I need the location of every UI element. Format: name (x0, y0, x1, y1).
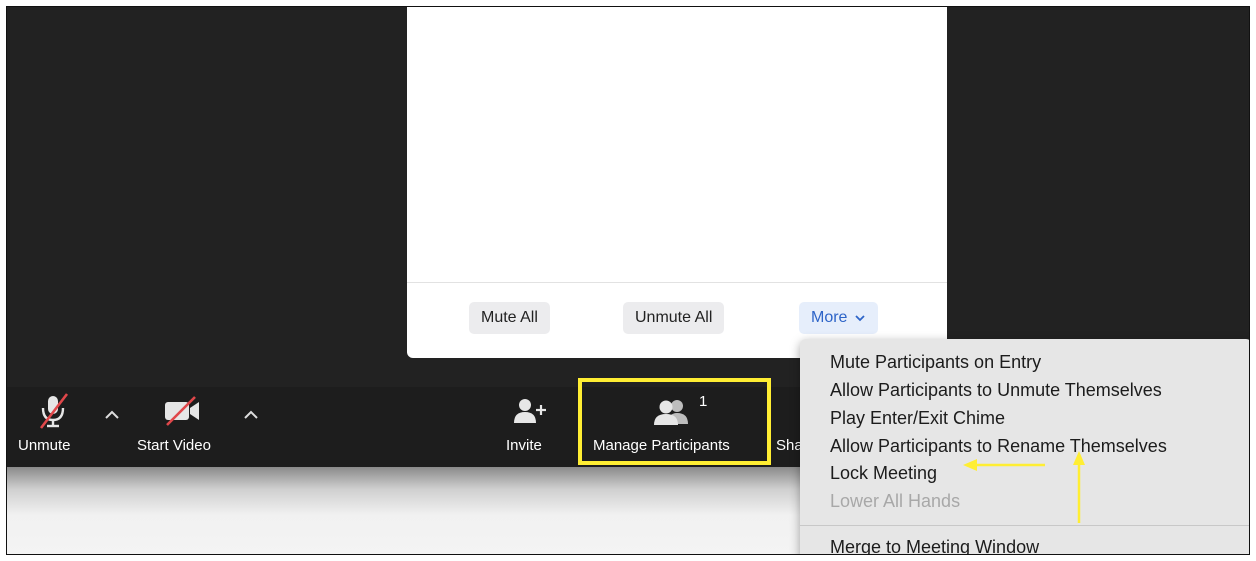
participants-panel: Mute All Unmute All More (407, 7, 947, 358)
audio-options-caret-icon[interactable] (104, 409, 120, 421)
annotation-arrow-up (1073, 451, 1085, 523)
start-video-button[interactable] (163, 395, 203, 432)
menu-item-enter-exit-chime[interactable]: Play Enter/Exit Chime (830, 405, 1005, 431)
invite-button[interactable] (512, 397, 548, 432)
invite-label: Invite (506, 437, 542, 454)
video-camera-muted-icon (165, 396, 199, 426)
more-button[interactable]: More (799, 302, 878, 334)
unmute-button[interactable] (37, 392, 71, 435)
video-options-caret-icon[interactable] (243, 409, 259, 421)
more-label: More (811, 309, 848, 326)
unmute-all-button[interactable]: Unmute All (623, 302, 725, 334)
annotation-arrows (963, 459, 1045, 471)
menu-item-allow-unmute[interactable]: Allow Participants to Unmute Themselves (830, 377, 1162, 403)
panel-divider (407, 282, 947, 283)
add-user-icon (514, 399, 546, 423)
microphone-muted-icon (39, 393, 69, 429)
chevron-down-icon (855, 315, 865, 322)
start-video-label: Start Video (137, 437, 211, 454)
zoom-window: Mute All Unmute All More Unmute Start Vi… (6, 6, 1250, 555)
menu-item-lock-meeting[interactable]: Lock Meeting (830, 460, 937, 486)
mute-all-button[interactable]: Mute All (469, 302, 550, 334)
unmute-label: Unmute (18, 437, 71, 454)
annotation-highlight-box (578, 378, 771, 465)
menu-item-mute-on-entry[interactable]: Mute Participants on Entry (830, 349, 1041, 375)
share-label-partial[interactable]: Sha (776, 437, 803, 454)
menu-item-merge-window[interactable]: Merge to Meeting Window (830, 534, 1039, 554)
